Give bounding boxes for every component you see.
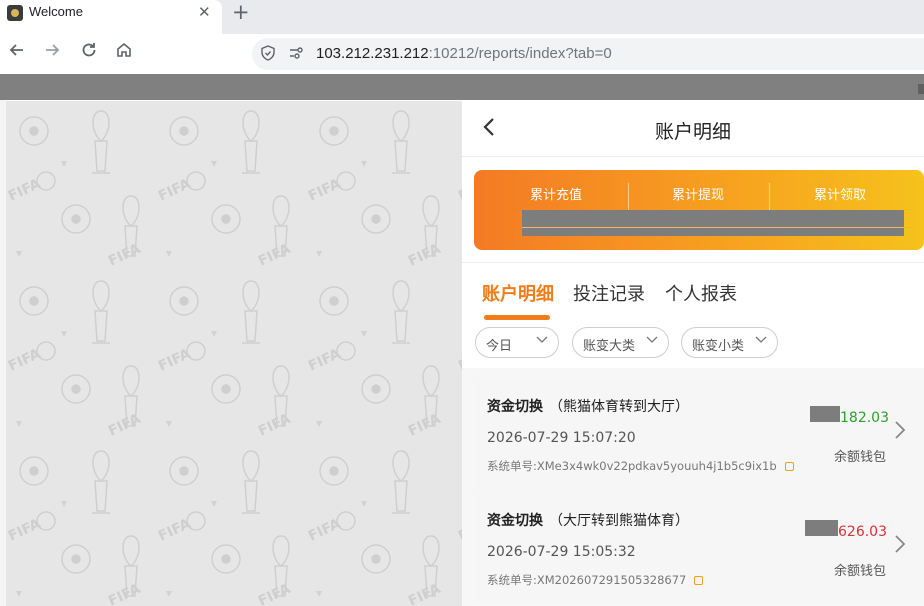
- forward-arrow-icon[interactable]: [40, 41, 64, 64]
- record-amount: 626.03: [838, 524, 887, 540]
- chevron-down-icon: [646, 333, 658, 349]
- browser-navbar: 103.212.231.212:10212/reports/index?tab=…: [0, 34, 924, 74]
- record-wallet: 余额钱包: [834, 564, 887, 579]
- tab-personal-report[interactable]: 个人报表: [665, 280, 737, 306]
- stat-claim-label: 累计领取: [813, 188, 866, 203]
- record-amount: 182.03: [840, 410, 889, 426]
- account-detail-panel: 账户明细 累计充值 累计提现 累计领取 账户明细 投注记录 个人报表 今日 账变…: [462, 100, 924, 606]
- page-title: 账户明细: [654, 121, 731, 143]
- order-label: 系统单号:: [487, 459, 537, 473]
- back-arrow-icon[interactable]: [5, 41, 29, 64]
- new-tab-button[interactable]: +: [232, 0, 250, 24]
- copy-icon[interactable]: [694, 576, 704, 585]
- tab-bet-records[interactable]: 投注记录: [573, 280, 645, 306]
- content-tabs: 账户明细 投注记录 个人报表: [462, 280, 924, 320]
- copy-icon[interactable]: [784, 462, 794, 471]
- stat-recharge-label: 累计充值: [529, 188, 582, 203]
- date-filter-label: 今日: [486, 339, 513, 354]
- tab-account-detail[interactable]: 账户明细: [482, 280, 554, 306]
- browser-tab[interactable]: Welcome ✕: [0, 0, 222, 34]
- list-item[interactable]: 资金切换 （大厅转到熊猫体育） 2026-07-29 15:05:32 系统单号:…: [474, 492, 924, 604]
- record-type: 资金切换: [487, 513, 543, 529]
- chevron-right-icon[interactable]: [894, 420, 906, 446]
- url-text[interactable]: 103.212.231.212:10212/reports/index?tab=…: [316, 45, 612, 62]
- record-wallet: 余额钱包: [834, 450, 887, 465]
- order-number: XM202607291505328677: [536, 573, 687, 587]
- stat-withdraw-label: 累计提现: [671, 188, 724, 203]
- url-path: :10212/reports/index?tab=0: [428, 45, 612, 62]
- stats-card: 累计充值 累计提现 累计领取: [474, 170, 924, 250]
- redacted-amount: [810, 406, 840, 422]
- record-subtitle: （大厅转到熊猫体育）: [549, 513, 689, 529]
- record-time: 2026-07-29 15:07:20: [487, 430, 636, 446]
- redaction-line: [522, 227, 904, 228]
- subcategory-filter[interactable]: 账变小类: [681, 327, 778, 358]
- record-time: 2026-07-29 15:05:32: [487, 544, 636, 560]
- date-filter[interactable]: 今日: [475, 327, 559, 358]
- gray-header-bar: [0, 74, 924, 100]
- record-order: 系统单号:XMe3x4wk0v22pdkav5youuh4j1b5c9ix1b: [487, 458, 794, 474]
- section-divider: [462, 262, 924, 263]
- subcategory-filter-label: 账变小类: [692, 339, 745, 354]
- category-filter-label: 账变大类: [583, 339, 636, 354]
- browser-tabbar: Welcome ✕ +: [0, 0, 924, 34]
- address-bar[interactable]: 103.212.231.212:10212/reports/index?tab=…: [252, 38, 924, 70]
- fifa-pattern-image: FIFA FIFA: [6, 101, 462, 606]
- order-label: 系统单号:: [487, 573, 537, 587]
- redacted-values: [522, 210, 904, 236]
- record-subtitle: （熊猫体育转到大厅）: [549, 399, 689, 415]
- background-pattern: FIFA FIFA: [6, 101, 462, 606]
- url-host: 103.212.231.212: [316, 45, 429, 62]
- record-title: 资金切换 （熊猫体育转到大厅）: [487, 396, 689, 416]
- record-order: 系统单号:XM202607291505328677: [487, 572, 704, 588]
- tab-title: Welcome: [29, 4, 83, 19]
- favicon-icon: [7, 5, 23, 21]
- list-item[interactable]: 资金切换 （熊猫体育转到大厅） 2026-07-29 15:07:20 系统单号:…: [474, 378, 924, 490]
- record-type: 资金切换: [487, 399, 543, 415]
- chevron-down-icon: [755, 333, 767, 349]
- category-filter[interactable]: 账变大类: [572, 327, 669, 358]
- close-icon[interactable]: ✕: [198, 3, 211, 21]
- site-settings-icon[interactable]: [288, 45, 304, 65]
- active-tab-indicator: [484, 315, 550, 320]
- shield-icon[interactable]: [260, 45, 276, 65]
- gray-bar-edge: [918, 84, 924, 94]
- record-title: 资金切换 （大厅转到熊猫体育）: [487, 510, 689, 530]
- order-number: XMe3x4wk0v22pdkav5youuh4j1b5c9ix1b: [536, 459, 777, 473]
- home-icon[interactable]: [112, 41, 136, 64]
- header-divider: [462, 156, 924, 157]
- reload-icon[interactable]: [77, 41, 101, 64]
- redacted-amount: [805, 520, 838, 536]
- chevron-down-icon: [536, 333, 548, 349]
- chevron-right-icon[interactable]: [894, 534, 906, 560]
